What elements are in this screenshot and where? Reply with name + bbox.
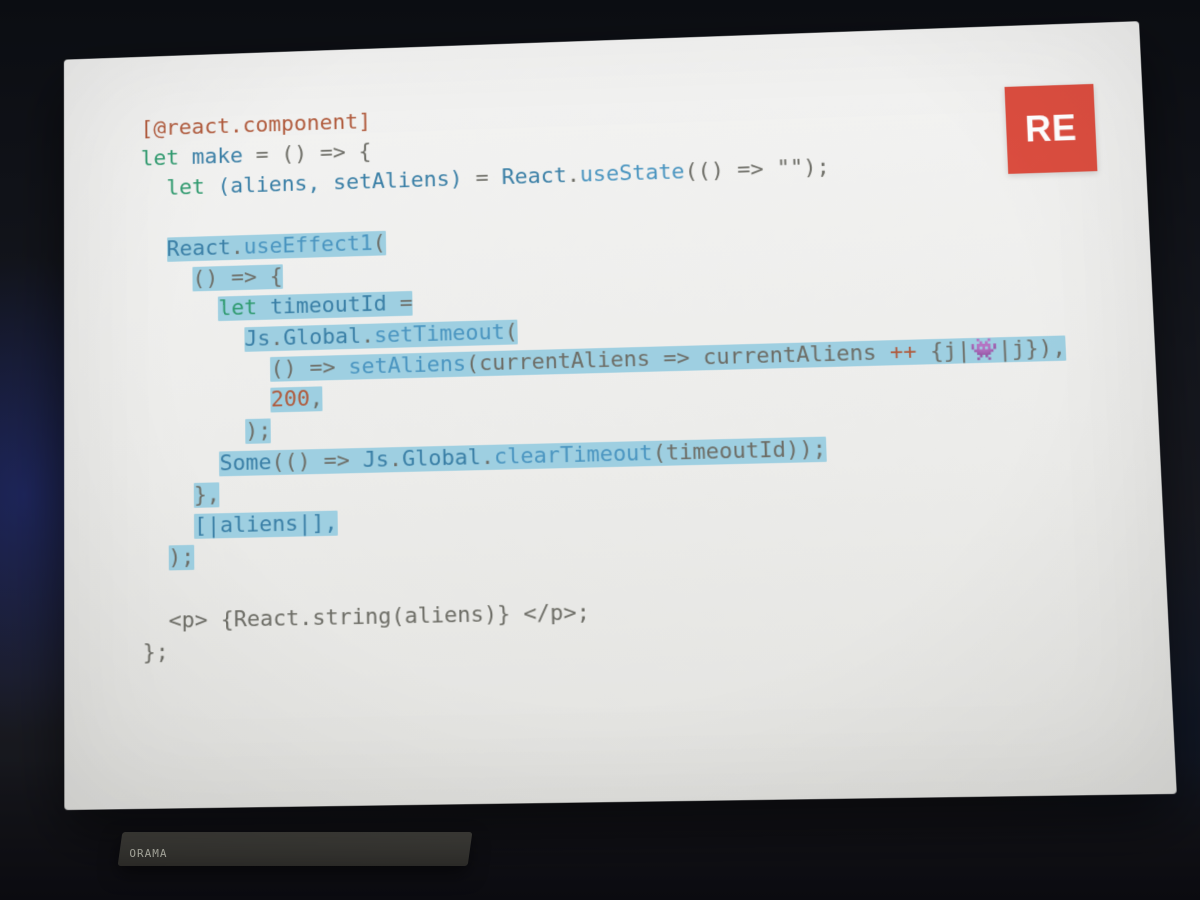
code-token: useState	[579, 160, 684, 188]
highlighted-code: Js.Global.setTimeout(	[244, 319, 518, 351]
code-token: Global	[283, 324, 361, 351]
code-token: () =>	[270, 355, 348, 382]
highlighted-code: },	[194, 482, 220, 508]
code-token: (timeoutId));	[652, 436, 826, 465]
highlighted-code: () => {	[192, 264, 282, 291]
code-token: Js	[244, 326, 270, 351]
code-token: let	[166, 176, 205, 201]
code-token: =	[462, 166, 501, 192]
projection-screen-wrap: RE [@react.component] let make = () => {…	[55, 35, 1150, 795]
code-token: =	[386, 291, 412, 316]
code-token: clearTimeout	[494, 440, 653, 469]
code-token: timeoutId	[257, 292, 387, 320]
code-token: (() =>	[271, 448, 363, 475]
code-token: let	[141, 146, 179, 171]
highlighted-code: [|aliens|],	[194, 511, 338, 539]
code-slide: [@react.component] let make = () => { le…	[64, 21, 1177, 810]
highlighted-code: let timeoutId =	[218, 291, 412, 321]
frame-brand: ORAMA	[129, 847, 167, 860]
code-token: );	[245, 419, 271, 444]
projection-screen: RE [@react.component] let make = () => {…	[64, 21, 1177, 810]
code-token: [@react.component]	[141, 110, 372, 142]
highlighted-code: React.useEffect1(	[167, 231, 386, 262]
code-token: React	[501, 164, 567, 191]
code-token: useEffect1	[244, 231, 373, 259]
code-token: React	[167, 236, 231, 262]
code-token: (	[373, 231, 386, 256]
code-token: () => {	[192, 264, 282, 291]
code-token: make	[192, 144, 243, 170]
code-token: [|aliens|],	[194, 511, 338, 539]
highlighted-code: 200,	[271, 386, 323, 412]
code-token: 200	[271, 387, 310, 413]
code-token: Js	[363, 447, 390, 473]
room-background: ORAMA RE [@react.component] let make = (…	[0, 0, 1200, 900]
highlighted-code: );	[245, 419, 271, 444]
code-token: {j|👾|j}),	[916, 335, 1066, 364]
code-token: Some	[219, 450, 271, 476]
code-token: (	[504, 319, 518, 344]
code-token: ,	[310, 386, 323, 411]
code-token: setTimeout	[374, 320, 505, 348]
code-token: Global	[402, 445, 481, 472]
code-token: );	[168, 545, 194, 571]
code-token: setAliens	[348, 352, 466, 380]
code-token: };	[143, 640, 169, 666]
highlighted-code: Some(() => Js.Global.clearTimeout(timeou…	[219, 436, 826, 476]
code-token: let	[218, 296, 257, 322]
code-token: (() => "");	[684, 155, 830, 184]
code-token: <p> {React.string(aliens)} </p>;	[169, 600, 591, 634]
screen-frame-bar: ORAMA	[118, 832, 473, 866]
code-token: = () => {	[243, 140, 372, 168]
code-token: },	[194, 482, 220, 508]
highlighted-code: );	[168, 545, 194, 571]
code-token: ++	[889, 339, 917, 365]
code-token: (aliens, setAliens)	[217, 167, 462, 199]
code-token: (currentAliens => currentAliens	[466, 340, 891, 376]
